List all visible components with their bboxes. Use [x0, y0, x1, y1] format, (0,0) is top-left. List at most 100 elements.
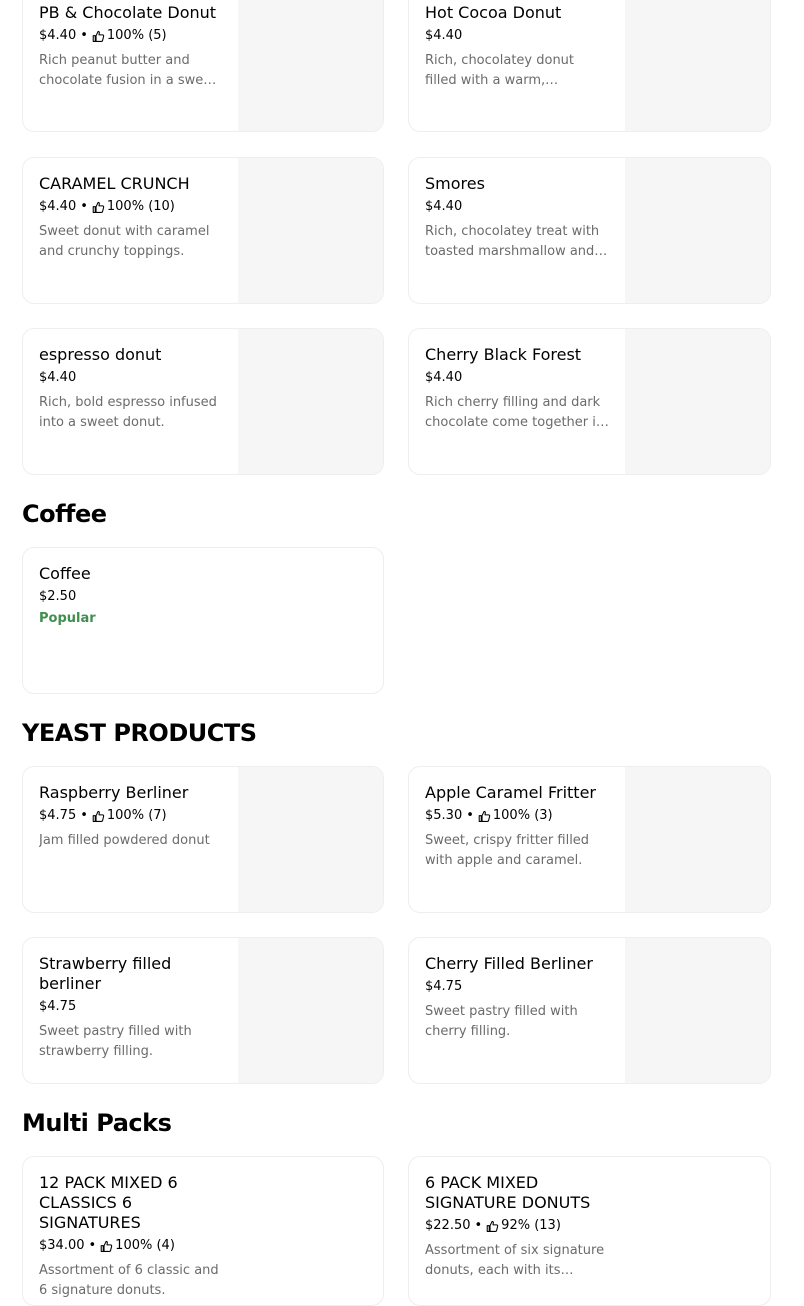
item-rating: 100% (4) [115, 1238, 175, 1253]
thumbs-up-icon [92, 201, 105, 213]
item-name: Hot Cocoa Donut [425, 3, 562, 22]
thumbs-up-icon [486, 1220, 499, 1232]
menu-item-card[interactable]: Smores $4.40 Rich, chocolatey treat with… [408, 157, 771, 304]
thumbs-up-icon [92, 30, 105, 42]
section-title-coffee: Coffee [22, 500, 107, 528]
item-name: Cherry Black Forest [425, 345, 582, 364]
menu-item-card[interactable]: Cherry Black Forest $4.40 Rich cherry fi… [408, 328, 771, 475]
menu-item-info: Cherry Filled Berliner $4.75 Sweet pastr… [425, 954, 609, 1042]
menu-item-info: Smores $4.40 Rich, chocolatey treat with… [425, 174, 609, 262]
item-name: Coffee [39, 564, 91, 583]
item-name: Smores [425, 174, 485, 193]
item-meta: $4.75 • 100% (7) [39, 807, 223, 825]
menu-item-info: PB & Chocolate Donut $4.40 • 100% (5) Rich… [39, 3, 223, 91]
menu-item-info: Apple Caramel Fritter $5.30 • 100% (3) Swe… [425, 783, 609, 871]
item-name: Raspberry Berliner [39, 783, 189, 802]
menu-item-info: Strawberry filled berliner $4.75 Sweet p… [39, 954, 223, 1062]
item-image [238, 0, 383, 131]
item-price: $4.75 [39, 808, 77, 823]
menu-item-card[interactable]: Strawberry filled berliner $4.75 Sweet p… [22, 937, 384, 1084]
item-price: $5.30 [425, 808, 463, 823]
item-name: Apple Caramel Fritter [425, 783, 596, 802]
item-image [625, 938, 770, 1083]
separator-dot: • [80, 199, 88, 214]
item-description: Rich, chocolatey treat with toasted mars… [425, 224, 600, 259]
item-meta: $4.40 [425, 198, 609, 216]
menu-item-card[interactable]: Cherry Filled Berliner $4.75 Sweet pastr… [408, 937, 771, 1084]
item-price: $2.50 [39, 589, 77, 604]
menu-item-info: Raspberry Berliner $4.75 • 100% (7) Jam fi… [39, 783, 223, 851]
menu-item-info: Cherry Black Forest $4.40 Rich cherry fi… [425, 345, 609, 433]
item-price: $4.40 [425, 370, 463, 385]
item-description: Sweet donut with caramel and crunchy top… [39, 224, 210, 259]
item-rating: 92% (13) [501, 1218, 561, 1233]
menu-item-info: Coffee $2.50 Popular [39, 564, 223, 628]
menu-item-card[interactable]: PB & Chocolate Donut $4.40 • 100% (5) Rich… [22, 0, 384, 132]
item-price: $4.40 [39, 199, 77, 214]
item-rating: 100% (5) [106, 28, 167, 43]
item-image [625, 158, 770, 303]
item-rating: 100% (7) [106, 808, 167, 823]
item-description: Rich cherry filling and dark chocolate c… [425, 395, 605, 430]
item-meta: $4.40 [39, 369, 223, 387]
separator-dot: • [80, 28, 88, 43]
item-rating: 100% (10) [106, 199, 175, 214]
item-meta: $4.75 [39, 998, 223, 1016]
item-name: Cherry Filled Berliner [425, 954, 593, 973]
item-image [625, 0, 770, 131]
item-price: $4.40 [39, 28, 77, 43]
separator-dot: • [88, 1238, 97, 1253]
item-meta: $34.00 • 100% (4) [39, 1237, 223, 1255]
separator-dot: • [466, 808, 474, 823]
item-meta: $4.40 [425, 27, 609, 45]
item-description: Sweet pastry filled with cherry filling. [425, 1004, 578, 1039]
item-price: $34.00 [39, 1238, 85, 1253]
menu-item-info: 6 PACK MIXED SIGNATURE DONUTS $22.50 • 92%… [425, 1173, 609, 1281]
item-price: $22.50 [425, 1218, 471, 1233]
menu-item-card[interactable]: Coffee $2.50 Popular [22, 547, 384, 694]
item-meta: $4.40 [425, 369, 609, 387]
menu-item-info: espresso donut $4.40 Rich, bold espresso… [39, 345, 223, 433]
section-title-multi-packs: Multi Packs [22, 1109, 172, 1137]
item-meta: $5.30 • 100% (3) [425, 807, 609, 825]
item-image [625, 329, 770, 474]
menu-item-card[interactable]: espresso donut $4.40 Rich, bold espresso… [22, 328, 384, 475]
item-description: Rich peanut butter and chocolate fusion … [39, 53, 217, 88]
menu-item-card[interactable]: Hot Cocoa Donut $4.40 Rich, chocolatey d… [408, 0, 771, 132]
item-price: $4.40 [425, 28, 463, 43]
item-description: Sweet, crispy fritter filled with apple … [425, 833, 590, 868]
item-description: Jam filled powdered donut [39, 833, 210, 848]
thumbs-up-icon [92, 810, 105, 822]
item-price: $4.75 [425, 979, 463, 994]
item-meta: $22.50 • 92% (13) [425, 1217, 609, 1235]
item-image [238, 158, 383, 303]
item-price: $4.40 [39, 370, 77, 385]
item-description: Assortment of six signature donuts, each… [425, 1243, 605, 1278]
item-meta: $4.75 [425, 978, 609, 996]
popular-badge: Popular [39, 611, 96, 626]
item-meta: $4.40 • 100% (5) [39, 27, 223, 45]
menu-item-card[interactable]: Apple Caramel Fritter $5.30 • 100% (3) Swe… [408, 766, 771, 913]
item-image [238, 767, 383, 912]
section-title-yeast-products: YEAST PRODUCTS [22, 719, 257, 747]
item-meta: $2.50 [39, 588, 223, 606]
menu-item-card[interactable]: 12 PACK MIXED 6 CLASSICS 6 SIGNATURES $3… [22, 1156, 384, 1306]
item-image [238, 938, 383, 1083]
item-image [625, 767, 770, 912]
item-description: Rich, bold espresso infused into a sweet… [39, 395, 217, 430]
thumbs-up-icon [100, 1240, 113, 1252]
item-name: PB & Chocolate Donut [39, 3, 217, 22]
separator-dot: • [474, 1218, 483, 1233]
item-name: Strawberry filled berliner [39, 954, 172, 993]
item-rating: 100% (3) [492, 808, 553, 823]
item-description: Sweet pastry filled with strawberry fill… [39, 1024, 192, 1059]
menu-item-info: 12 PACK MIXED 6 CLASSICS 6 SIGNATURES $3… [39, 1173, 223, 1301]
menu-item-info: Hot Cocoa Donut $4.40 Rich, chocolatey d… [425, 3, 609, 91]
thumbs-up-icon [478, 810, 491, 822]
menu-item-card[interactable]: Raspberry Berliner $4.75 • 100% (7) Jam fi… [22, 766, 384, 913]
item-name: CARAMEL CRUNCH [39, 174, 190, 193]
menu-item-card[interactable]: 6 PACK MIXED SIGNATURE DONUTS $22.50 • 92%… [408, 1156, 771, 1306]
menu-item-card[interactable]: CARAMEL CRUNCH $4.40 • 100% (10) Sweet don… [22, 157, 384, 304]
separator-dot: • [80, 808, 88, 823]
menu-item-info: CARAMEL CRUNCH $4.40 • 100% (10) Sweet don… [39, 174, 223, 262]
